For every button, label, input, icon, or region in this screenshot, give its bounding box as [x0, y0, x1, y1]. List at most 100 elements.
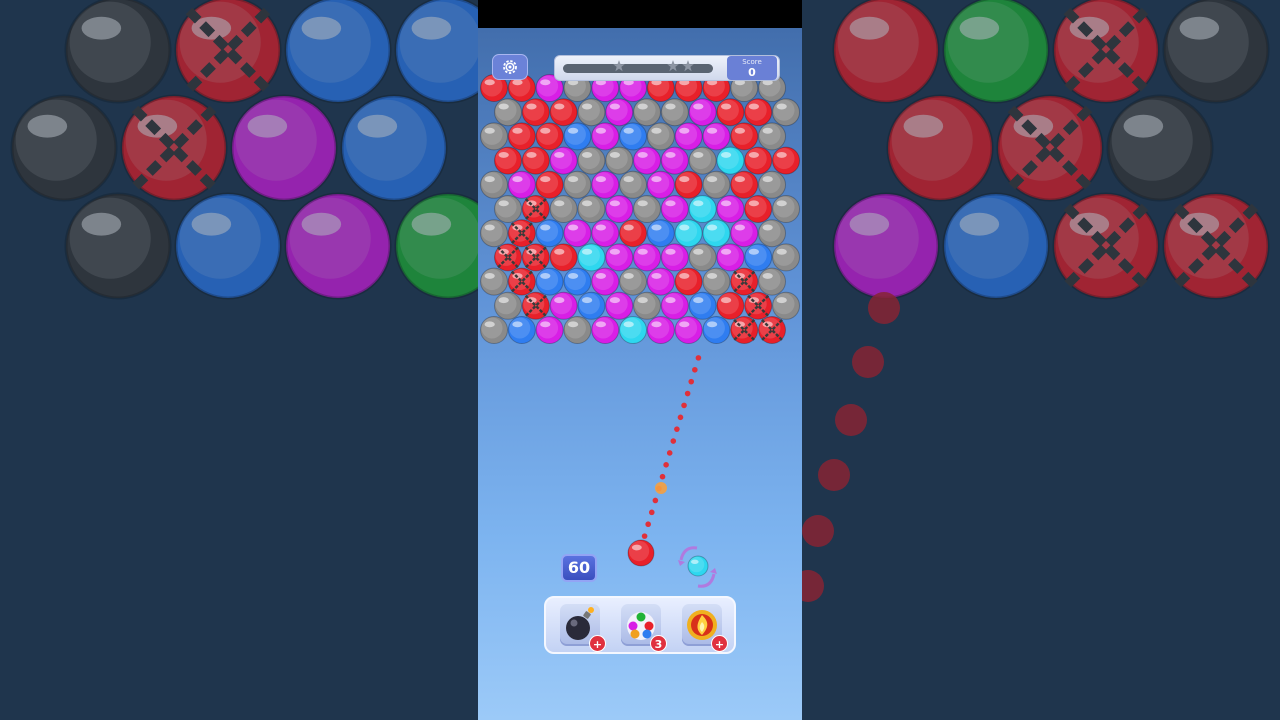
bubble	[744, 146, 773, 175]
bubble	[688, 146, 717, 175]
bubble	[688, 195, 717, 223]
booster-bomb-button[interactable]: +	[560, 604, 606, 652]
bubble	[758, 316, 786, 344]
bubble	[730, 316, 759, 344]
bubble	[535, 122, 564, 151]
bubble	[605, 195, 634, 223]
aim-dot	[666, 450, 673, 456]
bubble	[702, 267, 731, 296]
bubble	[688, 243, 717, 272]
bubble	[688, 98, 717, 127]
bubble	[535, 170, 564, 199]
aim-dot	[659, 473, 666, 480]
bubble	[549, 195, 578, 223]
bubble	[660, 243, 689, 272]
bubble	[716, 146, 745, 175]
current-ball	[627, 539, 655, 567]
bubble	[674, 267, 703, 296]
bubble	[535, 219, 564, 248]
bubble	[577, 146, 606, 175]
booster-tray: + 3 +	[544, 596, 736, 654]
bubble	[702, 316, 731, 344]
bubble	[633, 146, 661, 175]
bubble	[577, 291, 606, 320]
booster-fireball-count: +	[711, 635, 728, 652]
bubble	[591, 122, 620, 151]
bubble	[702, 219, 731, 248]
bubble	[660, 195, 689, 223]
bubble	[494, 195, 522, 223]
bubble	[716, 98, 745, 127]
bubble	[605, 98, 634, 127]
bubble	[549, 146, 578, 175]
bubble	[772, 243, 800, 272]
bubble	[507, 316, 536, 344]
bubble	[591, 316, 620, 344]
bubble	[744, 98, 773, 127]
bubble	[521, 146, 550, 175]
bubble	[619, 170, 647, 199]
level-progress-panel: Score 0	[554, 55, 780, 81]
aim-trajectory	[641, 355, 702, 539]
aim-dot	[692, 366, 698, 373]
bubble	[758, 267, 786, 296]
bubble	[521, 195, 550, 223]
bubble	[563, 122, 592, 151]
bubble	[507, 267, 536, 296]
bubble	[674, 219, 703, 248]
bubble	[730, 267, 759, 296]
bubble	[633, 243, 661, 272]
game-viewport[interactable]: Score 0 60 + 3 +	[478, 0, 802, 720]
booster-rainbow-count: 3	[650, 635, 667, 652]
star-icon	[682, 60, 694, 72]
bubble	[507, 170, 536, 199]
settings-button[interactable]	[492, 54, 528, 80]
aim-dot	[663, 462, 669, 468]
aim-dot	[695, 355, 702, 361]
aim-dot	[684, 390, 691, 397]
bubble	[772, 195, 800, 223]
bubble	[577, 195, 606, 223]
bubble	[716, 291, 745, 320]
bubble	[507, 122, 536, 151]
bubble	[480, 170, 508, 199]
bubble	[744, 195, 773, 223]
bubble	[772, 291, 800, 320]
bubble	[633, 291, 661, 320]
bubble	[646, 122, 675, 151]
bubble	[660, 291, 689, 320]
bubble	[674, 170, 703, 199]
bubble	[563, 316, 592, 344]
bubble	[563, 219, 592, 248]
aim-dot	[670, 438, 677, 444]
bubble	[535, 316, 564, 344]
bubble	[494, 291, 522, 320]
bubble	[605, 146, 634, 175]
bubble	[660, 98, 689, 127]
bubble	[480, 267, 508, 296]
aim-spark	[655, 482, 667, 494]
bubble	[480, 122, 508, 151]
booster-fireball-button[interactable]: +	[682, 604, 728, 652]
bubble	[535, 267, 564, 296]
booster-bomb-count: +	[589, 635, 606, 652]
bubble	[591, 267, 620, 296]
bubble	[549, 98, 578, 127]
bubble	[702, 170, 731, 199]
moves-counter: 60	[561, 554, 597, 582]
bubble	[494, 98, 522, 127]
bubble	[494, 243, 522, 272]
bubble	[646, 170, 675, 199]
bubble	[563, 267, 592, 296]
booster-rainbow-button[interactable]: 3	[621, 604, 667, 652]
gear-icon	[503, 60, 517, 74]
bubble	[688, 291, 717, 320]
bubble	[605, 243, 634, 272]
bubble	[758, 170, 786, 199]
bubble	[674, 122, 703, 151]
bubble	[521, 291, 550, 320]
bubble	[744, 291, 773, 320]
bubble	[549, 243, 578, 272]
aim-dot	[674, 426, 680, 432]
bubble	[480, 316, 508, 344]
